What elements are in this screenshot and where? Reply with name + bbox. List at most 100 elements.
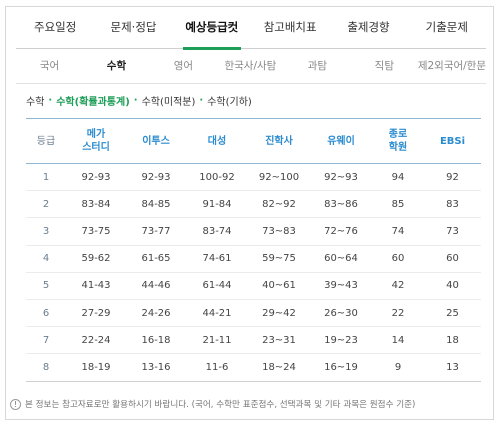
subject-tab[interactable]: 영어 — [150, 50, 217, 83]
cutoff-cell: 100-92 — [186, 163, 248, 192]
cutoff-cell: 83-84 — [66, 190, 126, 219]
column-header: EBSi — [424, 118, 481, 164]
cutoff-cell: 22-24 — [66, 326, 126, 355]
table-row: 1 92-93 92-93 100-92 92~100 92~93 94 92 — [26, 163, 481, 192]
cutoff-cell: 73-75 — [66, 217, 126, 246]
grade-cut-table: 등급 메가 스터디 이투스 대성 진학사 유웨이 종로 학원 EBSi 1 92-93 92-93… — [26, 118, 481, 382]
separator-dot: · — [133, 94, 138, 106]
cutoff-cell: 59-62 — [66, 245, 126, 273]
cutoff-cell: 83~86 — [310, 190, 372, 219]
cutoff-cell: 26~30 — [310, 299, 372, 328]
separator-dot: · — [48, 94, 53, 106]
column-header: 등급 — [26, 118, 66, 164]
cutoff-cell: 39~43 — [310, 272, 372, 300]
cutoff-cell: 16~19 — [310, 353, 372, 382]
subject-tab[interactable]: 수학 — [83, 50, 150, 83]
grade-cell: 8 — [26, 353, 66, 382]
subject-tab[interactable]: 제2외국어/한문 — [418, 50, 486, 83]
subcategory-link[interactable]: 수학(미적분) — [142, 93, 196, 108]
cutoff-cell: 13-16 — [126, 353, 186, 382]
grade-cell: 4 — [26, 245, 66, 273]
subject-tab[interactable]: 과탐 — [284, 50, 351, 83]
subject-tab[interactable]: 직탐 — [351, 50, 418, 83]
main-tab[interactable]: 문제·정답 — [94, 7, 172, 48]
cutoff-cell: 83 — [424, 190, 481, 219]
grade-cell: 2 — [26, 190, 66, 219]
cutoff-cell: 84-85 — [126, 190, 186, 219]
column-header: 이투스 — [126, 118, 186, 164]
cutoff-cell: 25 — [424, 299, 481, 328]
main-tab[interactable]: 주요일정 — [16, 7, 94, 48]
grade-cell: 7 — [26, 326, 66, 355]
column-header: 메가 스터디 — [66, 118, 126, 164]
subject-tab[interactable]: 한국사/사탐 — [217, 50, 284, 83]
cutoff-cell: 21-11 — [186, 326, 248, 355]
main-tab-bar: 주요일정 문제·정답 예상등급컷 참고배치표 출제경향 기출문제 — [16, 7, 486, 50]
cutoff-cell: 40 — [424, 272, 481, 300]
main-tab[interactable]: 참고배치표 — [251, 7, 329, 48]
table-row: 3 73-75 73-77 83-74 73~83 72~76 74 73 — [26, 217, 481, 246]
column-header: 진학사 — [248, 118, 310, 164]
column-header: 유웨이 — [310, 118, 372, 164]
cutoff-cell: 13 — [424, 353, 481, 382]
column-header: 종로 학원 — [372, 118, 424, 164]
cutoff-cell: 44-21 — [186, 299, 248, 328]
info-icon: ! — [10, 398, 21, 410]
cutoff-cell: 92 — [424, 163, 481, 192]
grade-cell: 1 — [26, 163, 66, 192]
main-tab[interactable]: 기출문제 — [408, 7, 486, 48]
cutoff-cell: 59~75 — [248, 245, 310, 273]
main-tab[interactable]: 출제경향 — [329, 7, 407, 48]
grade-cell: 3 — [26, 217, 66, 246]
cutoff-cell: 40~61 — [248, 272, 310, 300]
cutoff-cell: 18-19 — [66, 353, 126, 382]
cutoff-cell: 41-43 — [66, 272, 126, 300]
grade-cut-panel: 주요일정 문제·정답 예상등급컷 참고배치표 출제경향 기출문제 국어 수학 영어 한국사/사탐… — [5, 6, 494, 420]
table-header-row: 등급 메가 스터디 이투스 대성 진학사 유웨이 종로 학원 EBSi — [26, 118, 481, 164]
cutoff-cell: 60 — [424, 245, 481, 273]
cutoff-cell: 74-61 — [186, 245, 248, 273]
cutoff-cell: 73 — [424, 217, 481, 246]
table-row: 7 22-24 16-18 21-11 23~31 19~23 14 18 — [26, 326, 481, 355]
cutoff-cell: 60~64 — [310, 245, 372, 273]
cutoff-cell: 92~93 — [310, 163, 372, 192]
cutoff-cell: 85 — [372, 190, 424, 219]
table-row: 5 41-43 44-46 61-44 40~61 39~43 42 40 — [26, 272, 481, 300]
subcategory-link[interactable]: 수학(확률과통계) — [56, 93, 130, 108]
cutoff-cell: 72~76 — [310, 217, 372, 246]
subcategory-link[interactable]: 수학 — [26, 93, 44, 108]
cutoff-cell: 61-44 — [186, 272, 248, 300]
cutoff-cell: 92-93 — [126, 163, 186, 192]
cutoff-cell: 9 — [372, 353, 424, 382]
cutoff-cell: 29~42 — [248, 299, 310, 328]
cutoff-cell: 11-6 — [186, 353, 248, 382]
subject-tab[interactable]: 국어 — [16, 50, 83, 83]
cutoff-cell: 44-46 — [126, 272, 186, 300]
main-tab[interactable]: 예상등급컷 — [173, 7, 251, 50]
column-header: 대성 — [186, 118, 248, 164]
subcategory-link[interactable]: 수학(기하) — [207, 93, 252, 108]
subcategory-filter: 수학 · 수학(확률과통계) · 수학(미적분) · 수학(기하) — [26, 92, 252, 108]
grade-cell: 5 — [26, 272, 66, 300]
disclaimer-text: 본 정보는 참고자료로만 활용하시기 바랍니다. (국어, 수학만 표준점수, … — [25, 400, 416, 410]
table-row: 4 59-62 61-65 74-61 59~75 60~64 60 60 — [26, 245, 481, 273]
disclaimer-note: ! 본 정보는 참고자료로만 활용하시기 바랍니다. (국어, 수학만 표준점수… — [10, 398, 415, 410]
cutoff-cell: 27-29 — [66, 299, 126, 328]
cutoff-cell: 22 — [372, 299, 424, 328]
cutoff-cell: 60 — [372, 245, 424, 273]
cutoff-cell: 16-18 — [126, 326, 186, 355]
table-body: 1 92-93 92-93 100-92 92~100 92~93 94 92 2 83-84 84… — [26, 163, 481, 382]
grade-cell: 6 — [26, 299, 66, 328]
table-row: 8 18-19 13-16 11-6 18~24 16~19 9 13 — [26, 353, 481, 382]
cutoff-cell: 73-77 — [126, 217, 186, 246]
cutoff-cell: 23~31 — [248, 326, 310, 355]
cutoff-cell: 42 — [372, 272, 424, 300]
cutoff-cell: 74 — [372, 217, 424, 246]
table-row: 2 83-84 84-85 91-84 82~92 83~86 85 83 — [26, 190, 481, 219]
subject-tab-bar: 국어 수학 영어 한국사/사탐 과탐 직탐 제2외국어/한문 — [16, 50, 486, 84]
cutoff-cell: 19~23 — [310, 326, 372, 355]
cutoff-cell: 92~100 — [248, 163, 310, 192]
cutoff-cell: 82~92 — [248, 190, 310, 219]
cutoff-cell: 61-65 — [126, 245, 186, 273]
cutoff-cell: 18~24 — [248, 353, 310, 382]
